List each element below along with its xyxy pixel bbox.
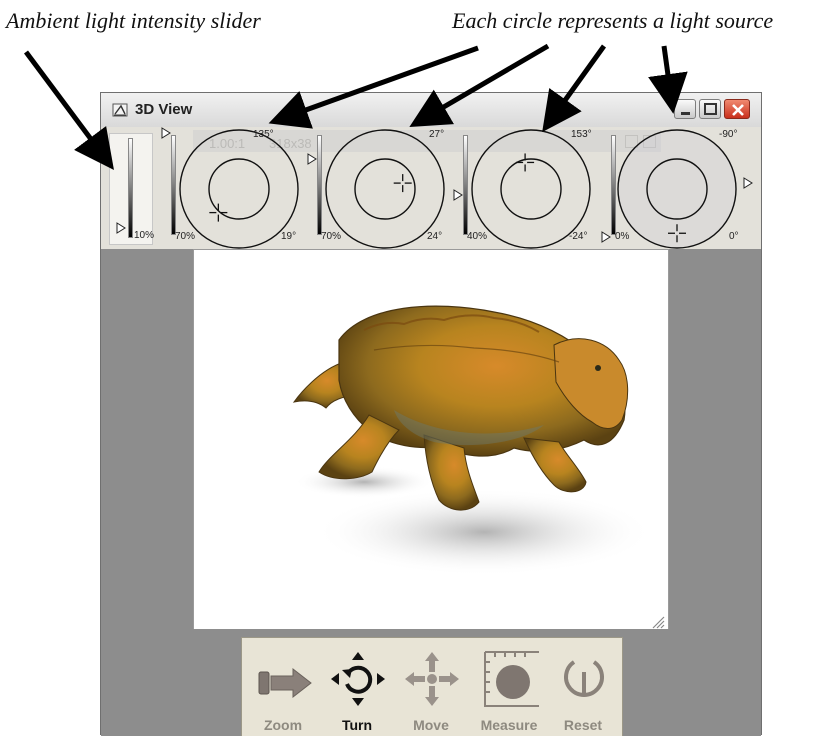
minimize-icon [681,112,690,115]
light-3-bottom-angle: -24° [569,231,588,242]
minimize-button[interactable] [674,99,696,119]
move-tool-button[interactable]: Move [396,644,466,734]
ambient-slider-track[interactable] [128,138,133,238]
light-4-top-angle: -90° [719,129,738,140]
light-1-bottom-angle: 19° [281,231,297,242]
light-source-2[interactable]: 27° 24° 70% [303,127,448,249]
power-reset-icon [564,660,604,697]
light-crosshair-icon [209,203,228,222]
light-3-top-angle: 153° [571,129,592,140]
toolbar-area: Zoom Turn Move Measure Reset [101,629,761,736]
light-4-intensity-label: 0% [615,231,630,242]
light-1-top-angle: 135° [253,129,274,140]
measure-ruler-icon [484,651,539,707]
light-1-intensity-label: 70% [175,231,196,242]
light-2-top-angle: 27° [429,129,445,140]
maximize-icon [704,103,717,115]
light-4-bottom-angle: 0° [729,231,739,242]
close-button[interactable] [724,99,750,119]
model-shadow [314,488,654,576]
reset-label: Reset [563,717,603,733]
light-3-intensity-label: 40% [467,231,488,242]
title-bar[interactable]: 3D View [101,93,761,128]
ambient-intensity-label: 10% [134,230,155,241]
move-label: Move [413,717,449,733]
move-arrows-icon [405,652,459,706]
zoom-tool-button[interactable]: Zoom [248,644,318,734]
light-source-1[interactable]: 135° 19° 70% [157,127,302,249]
dinosaur-model[interactable] [194,250,668,632]
turn-tool-button[interactable]: Turn [322,644,392,734]
light-source-4[interactable]: -90° 0° 0% [595,127,753,249]
close-icon [732,104,744,116]
zoom-slider-icon [258,667,312,699]
light-source-3[interactable]: 153° -24° 40% [449,127,594,249]
light-crosshair-icon [516,153,535,172]
window-title: 3D View [135,101,193,118]
ambient-slider-thumb[interactable] [116,222,126,234]
ambient-light-slider[interactable]: 10% [109,133,155,245]
3d-view-icon [112,103,128,117]
zoom-label: Zoom [263,717,303,733]
3d-view-window: 3D View 1.00:1 318x38 10% 135° 19° 70% 2… [100,92,762,736]
maximize-button[interactable] [699,99,721,119]
rotate-arrows-icon [331,652,385,706]
render-canvas[interactable] [193,249,669,633]
dial-inner-circle [354,158,416,220]
3d-viewport[interactable] [101,249,761,633]
light-2-intensity-label: 70% [321,231,342,242]
measure-tool-button[interactable]: Measure [474,644,544,734]
light-controls-panel: 1.00:1 318x38 10% 135° 19° 70% 27° 24° 7… [101,127,761,249]
light-2-bottom-angle: 24° [427,231,443,242]
navigation-toolbar: Zoom Turn Move Measure Reset [241,637,623,736]
turn-label: Turn [341,717,373,733]
measure-label: Measure [480,717,538,733]
resize-grip-icon[interactable] [651,615,665,629]
reset-tool-button[interactable]: Reset [548,644,618,734]
ambient-annotation: Ambient light intensity slider [6,8,261,33]
panel-expand-arrow-icon[interactable] [743,177,753,189]
lights-annotation: Each circle represents a light source [452,8,774,33]
arrow-ambient [23,50,114,171]
dial-inner-circle [500,158,562,220]
light-crosshair-icon [393,174,412,193]
